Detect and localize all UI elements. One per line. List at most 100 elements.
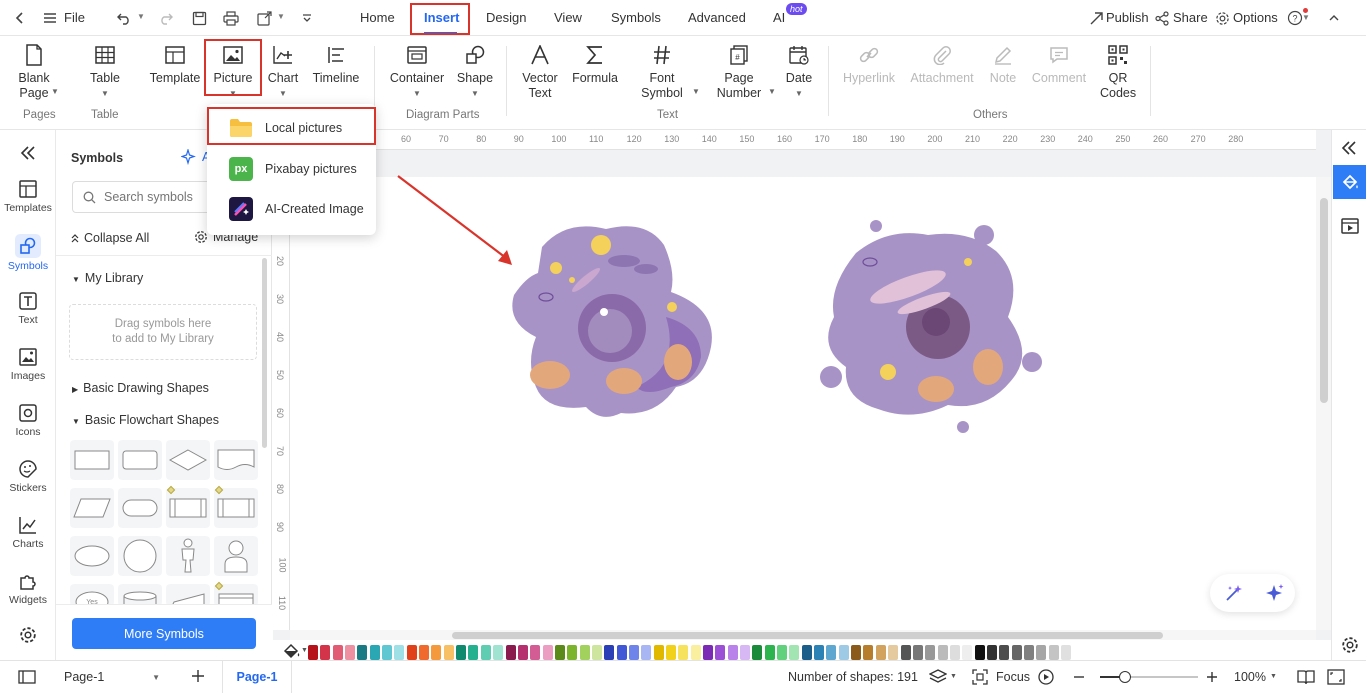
shape-alternate-process[interactable] xyxy=(118,440,162,480)
color-swatch[interactable] xyxy=(357,645,368,660)
attachment-button[interactable]: Attachment xyxy=(908,42,976,86)
color-swatch[interactable] xyxy=(567,645,578,660)
expand-right-panel-icon[interactable] xyxy=(1340,140,1358,159)
page-number-button[interactable]: # Page Number xyxy=(714,42,764,101)
share-icon[interactable] xyxy=(1152,8,1172,28)
comment-button[interactable]: Comment xyxy=(1030,42,1088,86)
redo-icon[interactable] xyxy=(156,8,176,28)
font-symbol-dropdown-icon[interactable]: ▼ xyxy=(692,87,700,96)
basic-flowchart-shapes-header[interactable]: ▼ Basic Flowchart Shapes xyxy=(72,413,219,427)
shape-data[interactable] xyxy=(70,488,114,528)
add-page-icon[interactable] xyxy=(190,668,206,687)
presentation-icon[interactable] xyxy=(1341,217,1359,238)
zoom-level[interactable]: 100% xyxy=(1234,670,1266,684)
plant-cell-illustration[interactable] xyxy=(818,217,1048,437)
color-swatch[interactable] xyxy=(406,645,417,660)
color-swatch[interactable] xyxy=(789,645,800,660)
shape-manual-input[interactable] xyxy=(166,584,210,606)
tab-ai[interactable]: AI xyxy=(773,10,785,25)
color-swatch[interactable] xyxy=(690,645,701,660)
collapse-ribbon-icon[interactable] xyxy=(1324,8,1344,28)
color-swatch[interactable] xyxy=(431,645,442,660)
shape-decision[interactable] xyxy=(166,440,210,480)
date-button[interactable]: Date ▼ xyxy=(784,42,814,101)
color-swatch[interactable] xyxy=(604,645,615,660)
collapse-panel-button[interactable] xyxy=(0,142,56,166)
my-library-dropzone[interactable]: Drag symbols here to add to My Library xyxy=(69,304,257,360)
publish-icon[interactable] xyxy=(1086,8,1106,28)
ai-magic-wand-icon[interactable] xyxy=(1223,582,1245,604)
page-select-dropdown[interactable]: Page-1 ▼ xyxy=(56,666,168,688)
shape-ellipse[interactable] xyxy=(70,536,114,576)
file-menu-icon[interactable] xyxy=(40,8,60,28)
shape-dropdown-icon[interactable]: ▼ xyxy=(471,86,479,101)
color-swatch[interactable] xyxy=(912,645,923,660)
export-dropdown-icon[interactable]: ▼ xyxy=(277,12,285,21)
color-swatch[interactable] xyxy=(493,645,504,660)
publish-button[interactable]: Publish xyxy=(1106,10,1149,25)
zoom-dropdown-icon[interactable]: ▼ xyxy=(1270,673,1277,680)
share-button[interactable]: Share xyxy=(1173,10,1208,25)
play-icon[interactable] xyxy=(1038,669,1054,688)
chart-dropdown-icon[interactable]: ▼ xyxy=(279,86,287,101)
color-swatch[interactable] xyxy=(542,645,553,660)
save-icon[interactable] xyxy=(189,8,209,28)
container-dropdown-icon[interactable]: ▼ xyxy=(413,86,421,101)
shape-database[interactable] xyxy=(118,584,162,606)
blank-page-button[interactable]: Blank Page xyxy=(14,42,54,101)
note-button[interactable]: Note xyxy=(986,42,1020,86)
table-button[interactable]: Table ▼ xyxy=(88,42,122,101)
tab-view[interactable]: View xyxy=(554,10,582,25)
tab-advanced[interactable]: Advanced xyxy=(688,10,746,25)
zoom-slider-handle[interactable] xyxy=(1119,671,1131,683)
export-icon[interactable] xyxy=(255,8,275,28)
color-swatch[interactable] xyxy=(530,645,541,660)
blank-page-dropdown-icon[interactable]: ▼ xyxy=(51,87,59,96)
color-swatch[interactable] xyxy=(949,645,960,660)
table-dropdown-icon[interactable]: ▼ xyxy=(101,86,109,101)
nav-symbols[interactable]: Symbols xyxy=(0,234,56,272)
nav-widgets[interactable]: Widgets xyxy=(0,570,56,606)
color-swatch[interactable] xyxy=(517,645,528,660)
nav-text[interactable]: Text xyxy=(0,290,56,326)
color-swatch[interactable] xyxy=(986,645,997,660)
color-swatch[interactable] xyxy=(1036,645,1047,660)
focus-icon[interactable] xyxy=(972,669,988,688)
color-swatch[interactable] xyxy=(591,645,602,660)
color-swatch[interactable] xyxy=(937,645,948,660)
color-swatch[interactable] xyxy=(826,645,837,660)
color-swatch[interactable] xyxy=(382,645,393,660)
color-swatch[interactable] xyxy=(456,645,467,660)
color-swatch[interactable] xyxy=(875,645,886,660)
template-button[interactable]: Template xyxy=(148,42,202,86)
color-swatch[interactable] xyxy=(641,645,652,660)
options-button[interactable]: Options xyxy=(1233,10,1278,25)
tab-symbols[interactable]: Symbols xyxy=(611,10,661,25)
container-button[interactable]: Container ▼ xyxy=(390,42,444,101)
color-swatch[interactable] xyxy=(838,645,849,660)
color-swatch[interactable] xyxy=(1048,645,1059,660)
zoom-out-icon[interactable] xyxy=(1072,669,1086,688)
color-swatch[interactable] xyxy=(727,645,738,660)
color-swatch[interactable] xyxy=(752,645,763,660)
chart-button[interactable]: Chart ▼ xyxy=(265,42,301,101)
color-swatch[interactable] xyxy=(900,645,911,660)
color-swatch[interactable] xyxy=(554,645,565,660)
my-library-header[interactable]: ▼ My Library xyxy=(72,271,143,285)
shape-circle[interactable] xyxy=(118,536,162,576)
nav-templates[interactable]: Templates xyxy=(0,178,56,214)
undo-icon[interactable] xyxy=(114,8,134,28)
menu-item-pixabay-pictures[interactable]: px Pixabay pictures xyxy=(207,149,376,189)
shape-terminator[interactable] xyxy=(118,488,162,528)
symbols-scrollbar[interactable] xyxy=(262,258,267,448)
shape-document[interactable] xyxy=(214,440,258,480)
color-swatch[interactable] xyxy=(764,645,775,660)
color-swatch[interactable] xyxy=(579,645,590,660)
color-swatch[interactable] xyxy=(345,645,356,660)
book-view-icon[interactable] xyxy=(1297,669,1315,688)
shape-predefined-process[interactable] xyxy=(166,488,210,528)
color-swatch[interactable] xyxy=(653,645,664,660)
zoom-in-icon[interactable] xyxy=(1205,669,1219,688)
settings-button[interactable] xyxy=(0,624,56,648)
color-swatch[interactable] xyxy=(1011,645,1022,660)
